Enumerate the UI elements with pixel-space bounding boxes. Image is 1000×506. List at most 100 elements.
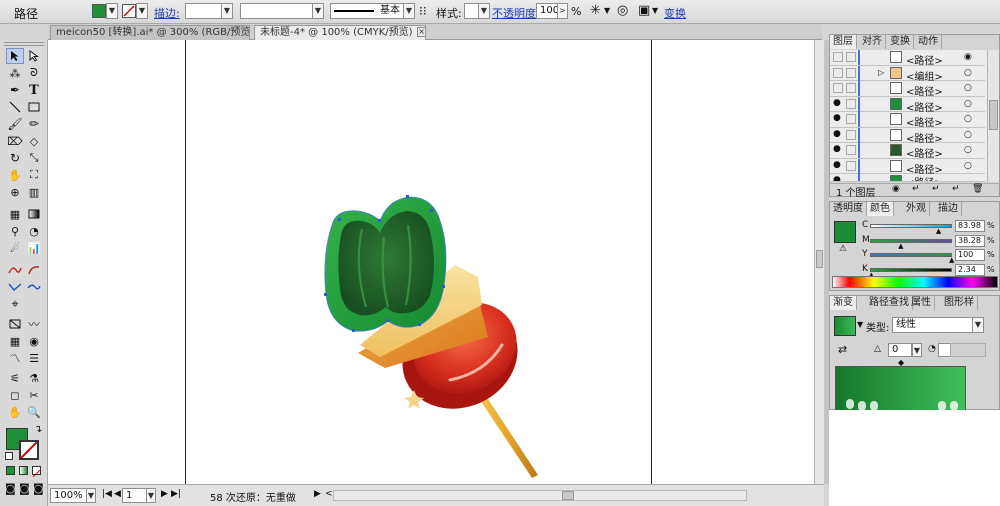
- out-of-gamut-icon[interactable]: ⚠: [839, 244, 847, 254]
- eye-icon[interactable]: ●: [833, 113, 841, 123]
- tab-untitled-4[interactable]: 未标题-4* @ 100% (CMYK/预览) ×: [254, 25, 426, 40]
- crosshair-tool-icon[interactable]: ⌖: [6, 296, 24, 312]
- expand-arrow-icon[interactable]: ▷: [878, 68, 884, 77]
- channel-value-field[interactable]: 100: [955, 249, 985, 261]
- magic-wand-tool-icon[interactable]: ⁂: [6, 65, 24, 81]
- pencil-tool-icon[interactable]: ✏: [25, 116, 43, 132]
- target-icon[interactable]: ○: [964, 130, 972, 140]
- tab-transparency[interactable]: 透明度: [830, 202, 867, 216]
- blend-tool-icon[interactable]: ◔: [25, 223, 43, 239]
- recolor-icon[interactable]: ✳: [590, 3, 601, 18]
- eye-icon[interactable]: ●: [833, 98, 841, 108]
- gradient-angle-field[interactable]: 0: [888, 343, 912, 357]
- align-icon[interactable]: ▣: [638, 3, 650, 18]
- rectangle-tool-icon[interactable]: [25, 99, 43, 115]
- column-graph-tool-icon[interactable]: 📊: [25, 240, 43, 256]
- align-dropdown-icon[interactable]: ▼: [652, 6, 658, 15]
- measure-tool-icon[interactable]: ⚟: [6, 370, 24, 386]
- tab-pathfinder[interactable]: 路径查找: [866, 296, 913, 310]
- target-icon[interactable]: ○: [964, 83, 972, 93]
- next-page-icon[interactable]: ▶: [161, 489, 168, 499]
- gradient-tool-icon[interactable]: [25, 206, 43, 222]
- zoom-tool-icon[interactable]: 🔍: [25, 404, 43, 420]
- isolate-icon[interactable]: ◎: [617, 3, 628, 18]
- color-mode-icon[interactable]: [6, 466, 15, 475]
- eye-icon[interactable]: ●: [833, 144, 841, 154]
- zoom-dropdown-icon[interactable]: ▼: [86, 488, 96, 503]
- lock-toggle[interactable]: [846, 145, 856, 155]
- layer-row[interactable]: <路径> ◉: [830, 50, 985, 67]
- fill-swatch[interactable]: [92, 4, 106, 18]
- envelope-tool-icon[interactable]: [6, 316, 24, 332]
- opacity-link[interactable]: 不透明度:: [492, 5, 540, 21]
- delete-layer-icon[interactable]: 🗑: [972, 184, 983, 194]
- warp-tool-icon[interactable]: ✋: [6, 167, 24, 183]
- tab-color[interactable]: 颜色: [867, 202, 894, 216]
- tab-align[interactable]: 对齐: [859, 35, 886, 49]
- layer-row[interactable]: ● <路径> ○: [830, 127, 985, 145]
- layer-row[interactable]: ● <路径> ○: [830, 96, 985, 114]
- layer-row[interactable]: ● <路径> ○: [830, 112, 985, 129]
- cmyk-slider-row[interactable]: K ▲ 2.34%: [862, 263, 998, 278]
- knife-tool-icon[interactable]: [25, 279, 43, 295]
- cmyk-slider-row[interactable]: Y ▲ 100%: [862, 249, 998, 264]
- gradient-mode-icon[interactable]: [19, 466, 28, 475]
- status-menu-icon[interactable]: ▶: [314, 489, 321, 499]
- default-colors-icon[interactable]: [5, 452, 13, 460]
- swap-colors-icon[interactable]: ↴: [34, 424, 42, 435]
- slice-tool-icon[interactable]: ◻: [6, 387, 24, 403]
- reverse-gradient-icon[interactable]: ⇄: [838, 343, 847, 356]
- polar-grid-tool-icon[interactable]: ◉: [25, 333, 43, 349]
- first-page-icon[interactable]: |◀: [102, 489, 112, 499]
- blob-brush-tool-icon[interactable]: ⌦: [6, 133, 24, 149]
- close-icon[interactable]: ×: [416, 27, 425, 37]
- lasso-tool-icon[interactable]: ᘐ: [25, 65, 43, 81]
- lock-toggle[interactable]: [846, 160, 856, 171]
- channel-slider-track[interactable]: [870, 238, 952, 243]
- page-dropdown-icon[interactable]: ▼: [146, 488, 156, 503]
- cmyk-slider-row[interactable]: M ▲ 38.28%: [862, 234, 998, 249]
- tab-gradient[interactable]: 渐变: [830, 296, 857, 310]
- paintbrush-tool-icon[interactable]: 🖌: [6, 116, 24, 132]
- target-icon[interactable]: ◉: [964, 52, 972, 62]
- locate-object-icon[interactable]: ◉: [892, 184, 900, 194]
- tab-actions[interactable]: 动作: [915, 35, 942, 49]
- gradient-ramp[interactable]: [835, 366, 966, 411]
- recolor-dropdown-icon[interactable]: ▼: [604, 6, 610, 15]
- mesh-tool-icon[interactable]: ▦: [6, 206, 24, 222]
- channel-slider-track[interactable]: [870, 267, 952, 272]
- draw-inside-icon[interactable]: ◙: [33, 482, 44, 495]
- target-icon[interactable]: ○: [964, 145, 972, 155]
- angle-dropdown-icon[interactable]: ▼: [912, 343, 922, 357]
- stroke-weight-dropdown-icon[interactable]: ▼: [221, 3, 233, 19]
- visibility-toggle[interactable]: [833, 67, 843, 78]
- scale-tool-icon[interactable]: ⤡: [25, 150, 43, 166]
- twist-tool-icon[interactable]: [6, 279, 24, 295]
- visibility-toggle[interactable]: [833, 83, 843, 93]
- tab-stroke[interactable]: 描边: [935, 202, 962, 216]
- tab-meicon50[interactable]: meicon50 [转换].ai* @ 300% (RGB/预览)×: [50, 25, 250, 40]
- opacity-arrow-icon[interactable]: >: [557, 3, 568, 19]
- last-page-icon[interactable]: ▶|: [171, 489, 181, 499]
- symbol-sprayer-tool-icon[interactable]: ☄: [6, 240, 24, 256]
- kebab-artwork[interactable]: [310, 185, 550, 485]
- chart-line-tool-icon[interactable]: 〽: [6, 350, 24, 366]
- live-paint-tool-icon[interactable]: ⚗: [25, 370, 43, 386]
- wave-tool-icon[interactable]: 〰: [25, 316, 43, 332]
- scissors-tool-icon[interactable]: ✂: [25, 387, 43, 403]
- layer-row[interactable]: ▷ <编组> ○: [830, 65, 985, 83]
- visibility-toggle[interactable]: [833, 52, 843, 62]
- vertical-scrollbar[interactable]: [814, 40, 824, 484]
- target-icon[interactable]: ○: [964, 161, 972, 171]
- draw-normal-icon[interactable]: ◙: [5, 482, 16, 495]
- toolbar-grip[interactable]: [4, 42, 44, 46]
- eye-icon[interactable]: ●: [833, 160, 841, 170]
- artboard-tool-icon[interactable]: [25, 262, 43, 278]
- lock-toggle[interactable]: [846, 52, 856, 62]
- fill-dropdown-icon[interactable]: ▼: [106, 3, 118, 19]
- layer-row[interactable]: <路径> ○: [830, 81, 985, 98]
- stroke-link[interactable]: 描边:: [154, 5, 180, 21]
- stroke-dropdown-icon[interactable]: ▼: [136, 3, 148, 19]
- eye-icon[interactable]: ●: [833, 175, 841, 181]
- brush-profile-field[interactable]: 基本: [330, 3, 414, 19]
